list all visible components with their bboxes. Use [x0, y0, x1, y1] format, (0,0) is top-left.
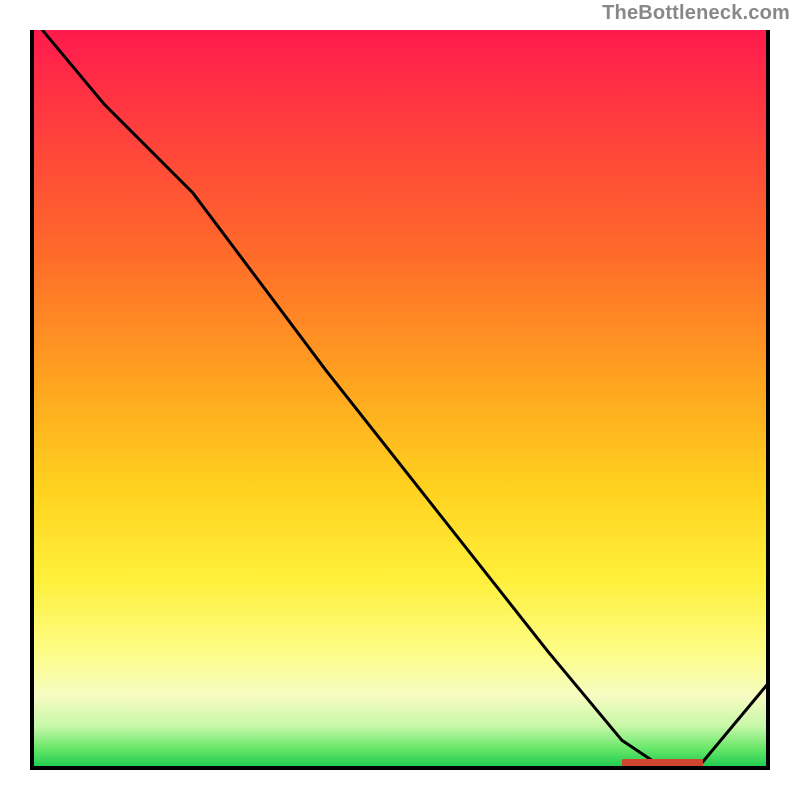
chart-container	[30, 30, 770, 770]
watermark-text: TheBottleneck.com	[602, 2, 790, 25]
optimal-range-marker	[622, 759, 703, 767]
curve-path	[30, 30, 770, 770]
curve-svg	[30, 30, 770, 770]
